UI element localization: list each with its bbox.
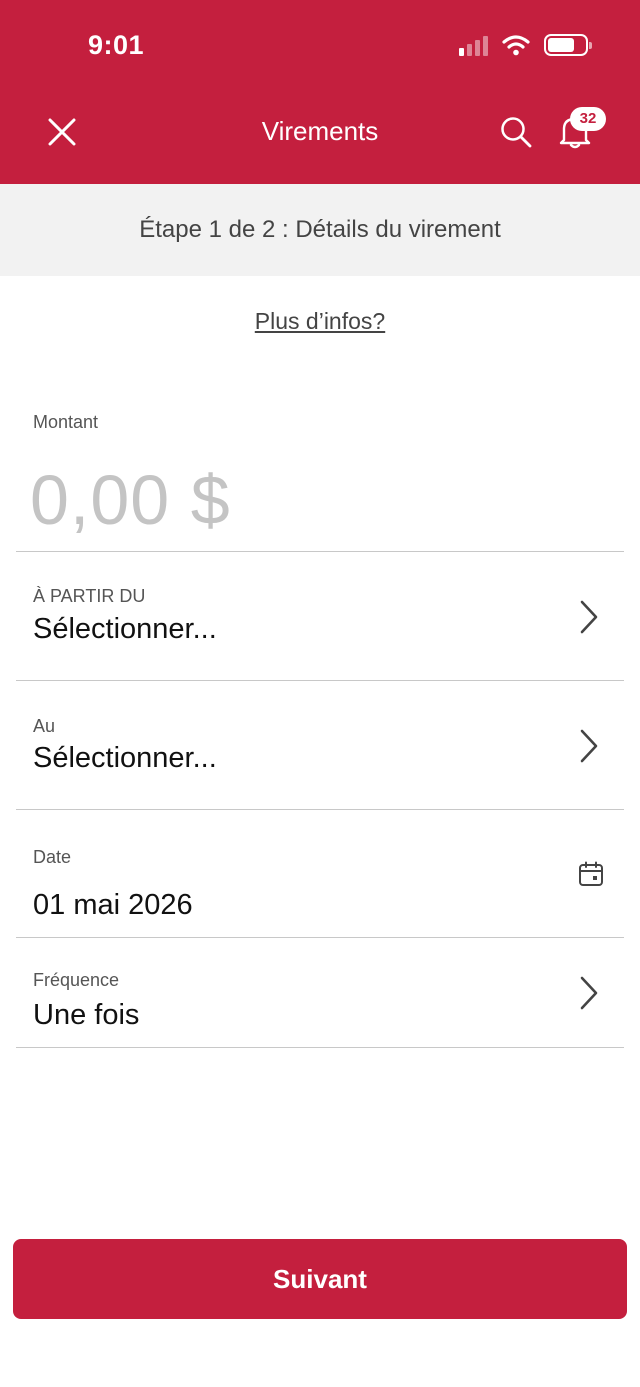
divider	[16, 1047, 624, 1048]
status-icons	[459, 34, 592, 56]
notification-badge: 32	[570, 107, 606, 131]
more-info-container: Plus d’infos?	[0, 308, 640, 335]
next-button[interactable]: Suivant	[13, 1239, 627, 1319]
frequency-value: Une fois	[33, 999, 140, 1031]
battery-icon	[544, 34, 592, 56]
amount-input[interactable]: 0,00 $	[30, 460, 231, 540]
chevron-right-icon	[580, 600, 598, 634]
search-button[interactable]	[494, 110, 538, 154]
step-indicator: Étape 1 de 2 : Détails du virement	[0, 184, 640, 276]
wifi-icon	[502, 35, 530, 56]
page-title: Virements	[261, 116, 379, 146]
chevron-right-icon	[580, 729, 598, 763]
to-value: Sélectionner...	[33, 742, 217, 774]
chevron-right-icon	[580, 976, 598, 1010]
calendar-icon[interactable]	[578, 861, 604, 887]
amount-label: Montant	[33, 412, 99, 432]
to-label: Au	[33, 716, 56, 736]
status-time: 9:01	[88, 30, 145, 60]
app-header: 9:01 Virements 32	[0, 0, 640, 184]
frequency-label: Fréquence	[33, 970, 120, 990]
date-value: 01 mai 2026	[33, 889, 193, 921]
from-value: Sélectionner...	[33, 613, 217, 645]
more-info-link[interactable]: Plus d’infos?	[255, 308, 385, 334]
search-icon	[501, 117, 532, 148]
from-label: À PARTIR DU	[33, 586, 146, 606]
signal-icon	[459, 34, 488, 56]
date-label: Date	[33, 847, 72, 867]
